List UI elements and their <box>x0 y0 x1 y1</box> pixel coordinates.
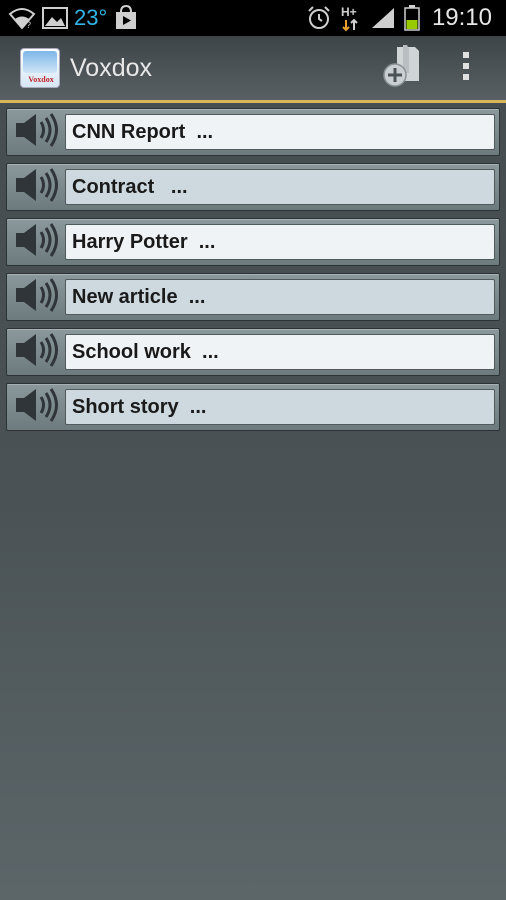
logo-image <box>23 51 57 73</box>
speaker-icon <box>12 166 60 208</box>
logo-text: Voxdox <box>28 75 54 84</box>
speaker-icon <box>12 386 60 428</box>
document-title[interactable]: CNN Report ... <box>65 114 495 150</box>
list-item: Short story ... <box>6 383 500 431</box>
list-item: Harry Potter ... <box>6 218 500 266</box>
gallery-icon <box>42 6 68 30</box>
speaker-button[interactable] <box>7 219 65 265</box>
clock-text: 19:10 <box>431 4 492 31</box>
status-bar: ? 23° H+ 19:10 <box>0 0 506 36</box>
document-list: CNN Report ... Contract ... Harry Potter… <box>6 108 500 438</box>
signal-icon <box>370 6 396 30</box>
list-item: School work ... <box>6 328 500 376</box>
play-store-icon <box>113 5 139 31</box>
document-title[interactable]: School work ... <box>65 334 495 370</box>
speaker-button[interactable] <box>7 329 65 375</box>
speaker-button[interactable] <box>7 109 65 155</box>
speaker-icon <box>12 111 60 153</box>
wifi-icon: ? <box>8 6 36 30</box>
document-title[interactable]: Harry Potter ... <box>65 224 495 260</box>
battery-icon <box>404 5 420 31</box>
speaker-icon <box>12 221 60 263</box>
svg-text:H+: H+ <box>341 5 357 19</box>
action-bar: Voxdox Voxdox <box>0 36 506 103</box>
speaker-button[interactable] <box>7 164 65 210</box>
overflow-menu-icon <box>462 51 470 85</box>
document-title[interactable]: Contract ... <box>65 169 495 205</box>
temperature-text: 23° <box>74 5 108 30</box>
app-logo[interactable]: Voxdox <box>20 48 60 88</box>
speaker-button[interactable] <box>7 274 65 320</box>
alarm-icon <box>306 5 332 31</box>
speaker-icon <box>12 276 60 318</box>
overflow-menu-button[interactable] <box>450 36 482 100</box>
document-title[interactable]: New article ... <box>65 279 495 315</box>
speaker-icon <box>12 331 60 373</box>
document-title[interactable]: Short story ... <box>65 389 495 425</box>
app-title: Voxdox <box>70 53 153 82</box>
svg-text:?: ? <box>26 20 31 30</box>
list-item: New article ... <box>6 273 500 321</box>
add-document-button[interactable] <box>372 36 432 100</box>
hplus-data-icon: H+ <box>340 4 362 32</box>
list-item: CNN Report ... <box>6 108 500 156</box>
list-item: Contract ... <box>6 163 500 211</box>
add-document-icon <box>381 43 423 93</box>
speaker-button[interactable] <box>7 384 65 430</box>
